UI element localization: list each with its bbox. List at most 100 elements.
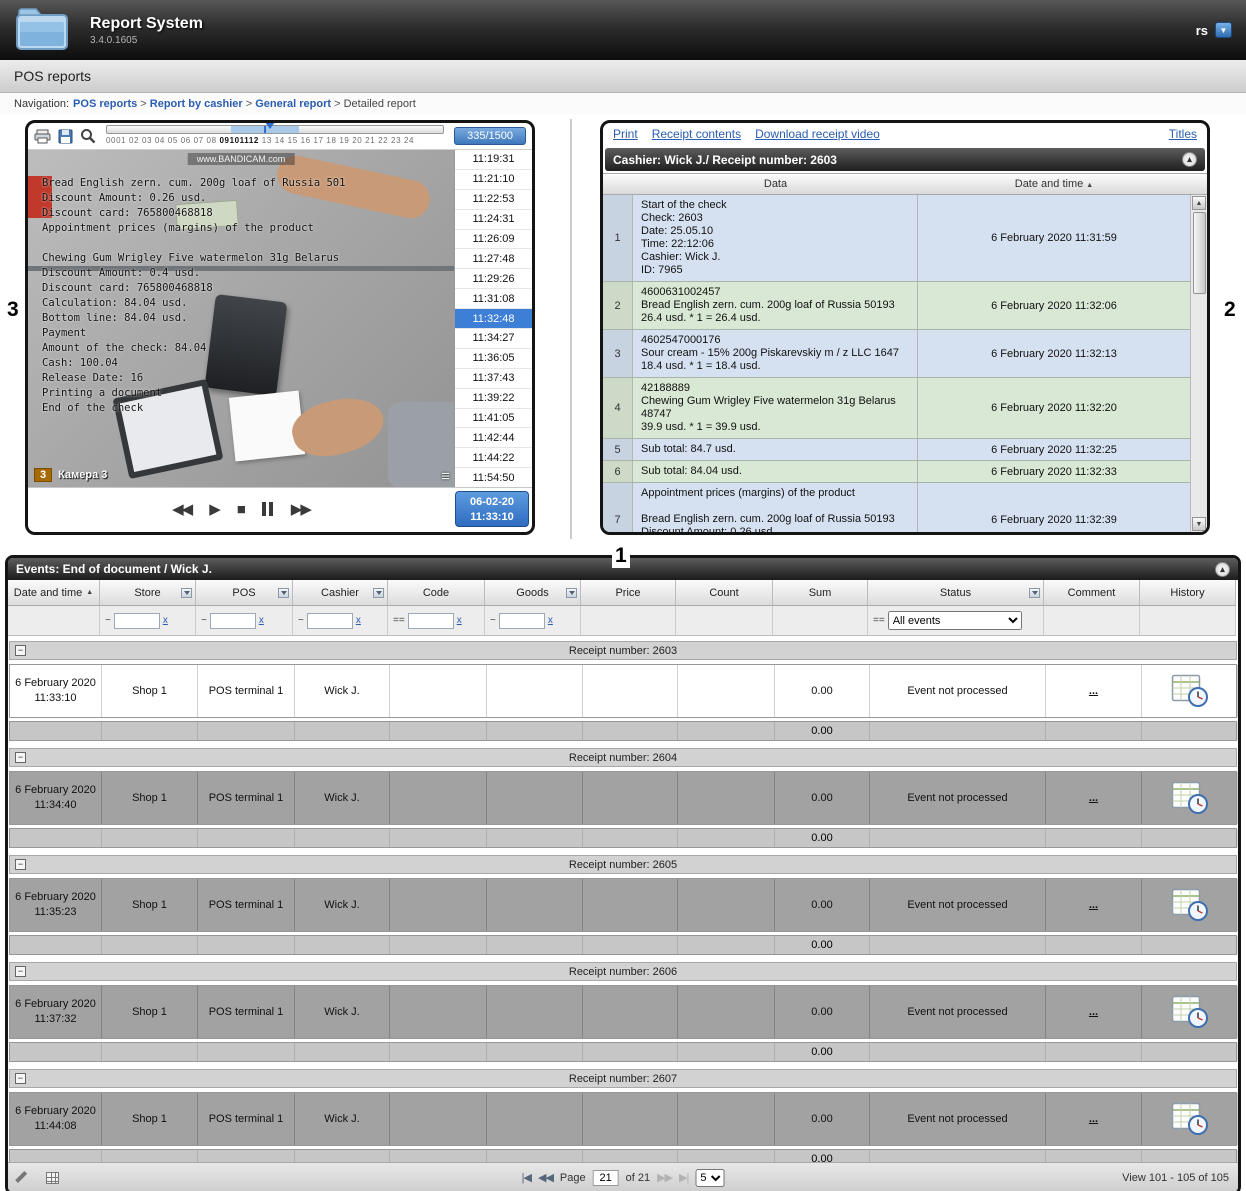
collapse-group-icon[interactable]: −: [15, 752, 26, 763]
page-size-select[interactable]: 5: [695, 1169, 724, 1187]
filter-input[interactable]: [499, 613, 545, 629]
history-icon[interactable]: [1171, 781, 1209, 815]
filter-icon[interactable]: [373, 588, 384, 598]
column-header-sum[interactable]: Sum: [773, 580, 868, 606]
history-icon[interactable]: [1171, 1102, 1209, 1136]
first-page-button[interactable]: |◀: [522, 1171, 531, 1184]
scrollbar-thumb[interactable]: [1193, 212, 1206, 294]
event-row[interactable]: 6 February 2020 11:37:32Shop 1POS termin…: [9, 985, 1237, 1039]
export-grid-icon[interactable]: [46, 1172, 59, 1184]
timestamp-item[interactable]: 11:27:48: [455, 249, 532, 269]
event-row[interactable]: 6 February 2020 11:33:10Shop 1POS termin…: [9, 664, 1237, 718]
column-header-comment[interactable]: Comment: [1044, 580, 1140, 606]
timestamp-item[interactable]: 11:36:05: [455, 349, 532, 369]
receipt-row[interactable]: 7Appointment prices (margins) of the pro…: [603, 483, 1207, 532]
save-frame-icon[interactable]: [58, 129, 73, 144]
page-number-input[interactable]: [593, 1170, 619, 1186]
status-filter-select[interactable]: All events: [888, 611, 1022, 630]
event-row[interactable]: 6 February 2020 11:34:40Shop 1POS termin…: [9, 771, 1237, 825]
user-menu-button[interactable]: ▼: [1215, 22, 1232, 38]
download-receipt-video-link[interactable]: Download receipt video: [755, 127, 880, 141]
last-page-button[interactable]: ▶|: [679, 1171, 688, 1184]
timeline-track[interactable]: [106, 125, 444, 134]
filter-clear-link[interactable]: x: [356, 615, 361, 626]
fast-forward-button[interactable]: ▶▶: [291, 502, 310, 517]
comment-link[interactable]: ...: [1089, 791, 1098, 806]
receipt-col-datetime[interactable]: Date and time ▲: [918, 178, 1190, 190]
timestamp-item[interactable]: 11:39:22: [455, 389, 532, 409]
receipt-row[interactable]: 24600631002457Bread English zern. cum. 2…: [603, 282, 1207, 330]
event-row[interactable]: 6 February 2020 11:44:08Shop 1POS termin…: [9, 1092, 1237, 1146]
timestamp-item[interactable]: 11:19:31: [455, 150, 532, 170]
history-icon[interactable]: [1171, 995, 1209, 1029]
timestamp-item[interactable]: 11:22:53: [455, 190, 532, 210]
column-header-date-and-time[interactable]: Date and time▲: [8, 580, 100, 606]
column-header-status[interactable]: Status: [868, 580, 1044, 606]
video-frame[interactable]: www.BANDICAM.com Bread English zern. cum…: [28, 150, 454, 487]
timestamp-item[interactable]: 11:54:50: [455, 468, 532, 487]
timestamp-item[interactable]: 11:34:27: [455, 329, 532, 349]
filter-icon[interactable]: [181, 588, 192, 598]
filter-input[interactable]: [210, 613, 256, 629]
timestamp-item[interactable]: 11:26:09: [455, 230, 532, 250]
video-timeline[interactable]: 0001 02 03 04 05 06 07 08 09101112 13 14…: [106, 125, 444, 148]
filter-clear-link[interactable]: x: [457, 615, 462, 626]
breadcrumb-item[interactable]: General report: [255, 98, 331, 110]
filter-clear-link[interactable]: x: [548, 615, 553, 626]
breadcrumb-item[interactable]: Report by cashier: [150, 98, 243, 110]
column-header-cashier[interactable]: Cashier: [293, 580, 388, 606]
video-menu-icon[interactable]: ≡: [441, 468, 450, 485]
column-header-store[interactable]: Store: [100, 580, 196, 606]
timestamp-item[interactable]: 11:24:31: [455, 210, 532, 230]
collapse-events-panel-button[interactable]: ▴: [1215, 562, 1230, 577]
event-row[interactable]: 6 February 2020 11:35:23Shop 1POS termin…: [9, 878, 1237, 932]
breadcrumb-item[interactable]: POS reports: [73, 98, 137, 110]
column-header-code[interactable]: Code: [388, 580, 485, 606]
filter-input[interactable]: [114, 613, 160, 629]
receipt-col-data[interactable]: Data: [633, 178, 918, 190]
collapse-group-icon[interactable]: −: [15, 645, 26, 656]
play-button[interactable]: ▶: [209, 502, 219, 517]
next-page-button[interactable]: ▶▶: [657, 1171, 672, 1184]
print-frame-icon[interactable]: [34, 129, 51, 144]
column-header-price[interactable]: Price: [581, 580, 676, 606]
history-icon[interactable]: [1171, 674, 1209, 708]
panel-splitter[interactable]: [570, 119, 572, 539]
receipt-row[interactable]: 1Start of the checkCheck: 2603Date: 25.0…: [603, 195, 1207, 282]
timestamp-item[interactable]: 11:37:43: [455, 369, 532, 389]
zoom-icon[interactable]: [80, 128, 96, 144]
timestamp-item[interactable]: 11:41:05: [455, 409, 532, 429]
edit-icon[interactable]: [17, 1171, 30, 1184]
timestamp-item[interactable]: 11:32:48: [455, 309, 532, 329]
timestamp-item[interactable]: 11:31:08: [455, 289, 532, 309]
scroll-down-icon[interactable]: ▼: [1192, 517, 1206, 531]
collapse-group-icon[interactable]: −: [15, 966, 26, 977]
collapse-group-icon[interactable]: −: [15, 859, 26, 870]
column-header-pos[interactable]: POS: [196, 580, 293, 606]
rewind-button[interactable]: ◀◀: [172, 502, 191, 517]
timestamp-item[interactable]: 11:29:26: [455, 269, 532, 289]
filter-clear-link[interactable]: x: [163, 615, 168, 626]
comment-link[interactable]: ...: [1089, 1005, 1098, 1020]
column-header-count[interactable]: Count: [676, 580, 773, 606]
filter-clear-link[interactable]: x: [259, 615, 264, 626]
filter-icon[interactable]: [1029, 588, 1040, 598]
column-header-history[interactable]: History: [1140, 580, 1236, 606]
collapse-receipt-panel-button[interactable]: ▴: [1182, 152, 1197, 167]
print-link[interactable]: Print: [613, 127, 638, 141]
filter-input[interactable]: [307, 613, 353, 629]
receipt-row[interactable]: 442188889Chewing Gum Wrigley Five waterm…: [603, 378, 1207, 439]
receipt-group-header[interactable]: −Receipt number: 2606: [9, 962, 1237, 981]
receipt-row[interactable]: 6Sub total: 84.04 usd.6 February 2020 11…: [603, 461, 1207, 483]
timestamp-item[interactable]: 11:21:10: [455, 170, 532, 190]
previous-page-button[interactable]: ◀◀: [538, 1171, 553, 1184]
receipt-scrollbar[interactable]: ▲ ▼: [1190, 195, 1207, 532]
titles-link[interactable]: Titles: [1169, 127, 1197, 141]
comment-link[interactable]: ...: [1089, 1112, 1098, 1127]
scroll-up-icon[interactable]: ▲: [1192, 196, 1206, 210]
comment-link[interactable]: ...: [1089, 684, 1098, 699]
timeline-marker-icon[interactable]: [265, 122, 275, 129]
timestamp-item[interactable]: 11:44:22: [455, 448, 532, 468]
receipt-group-header[interactable]: −Receipt number: 2604: [9, 748, 1237, 767]
pause-button[interactable]: [262, 502, 273, 516]
